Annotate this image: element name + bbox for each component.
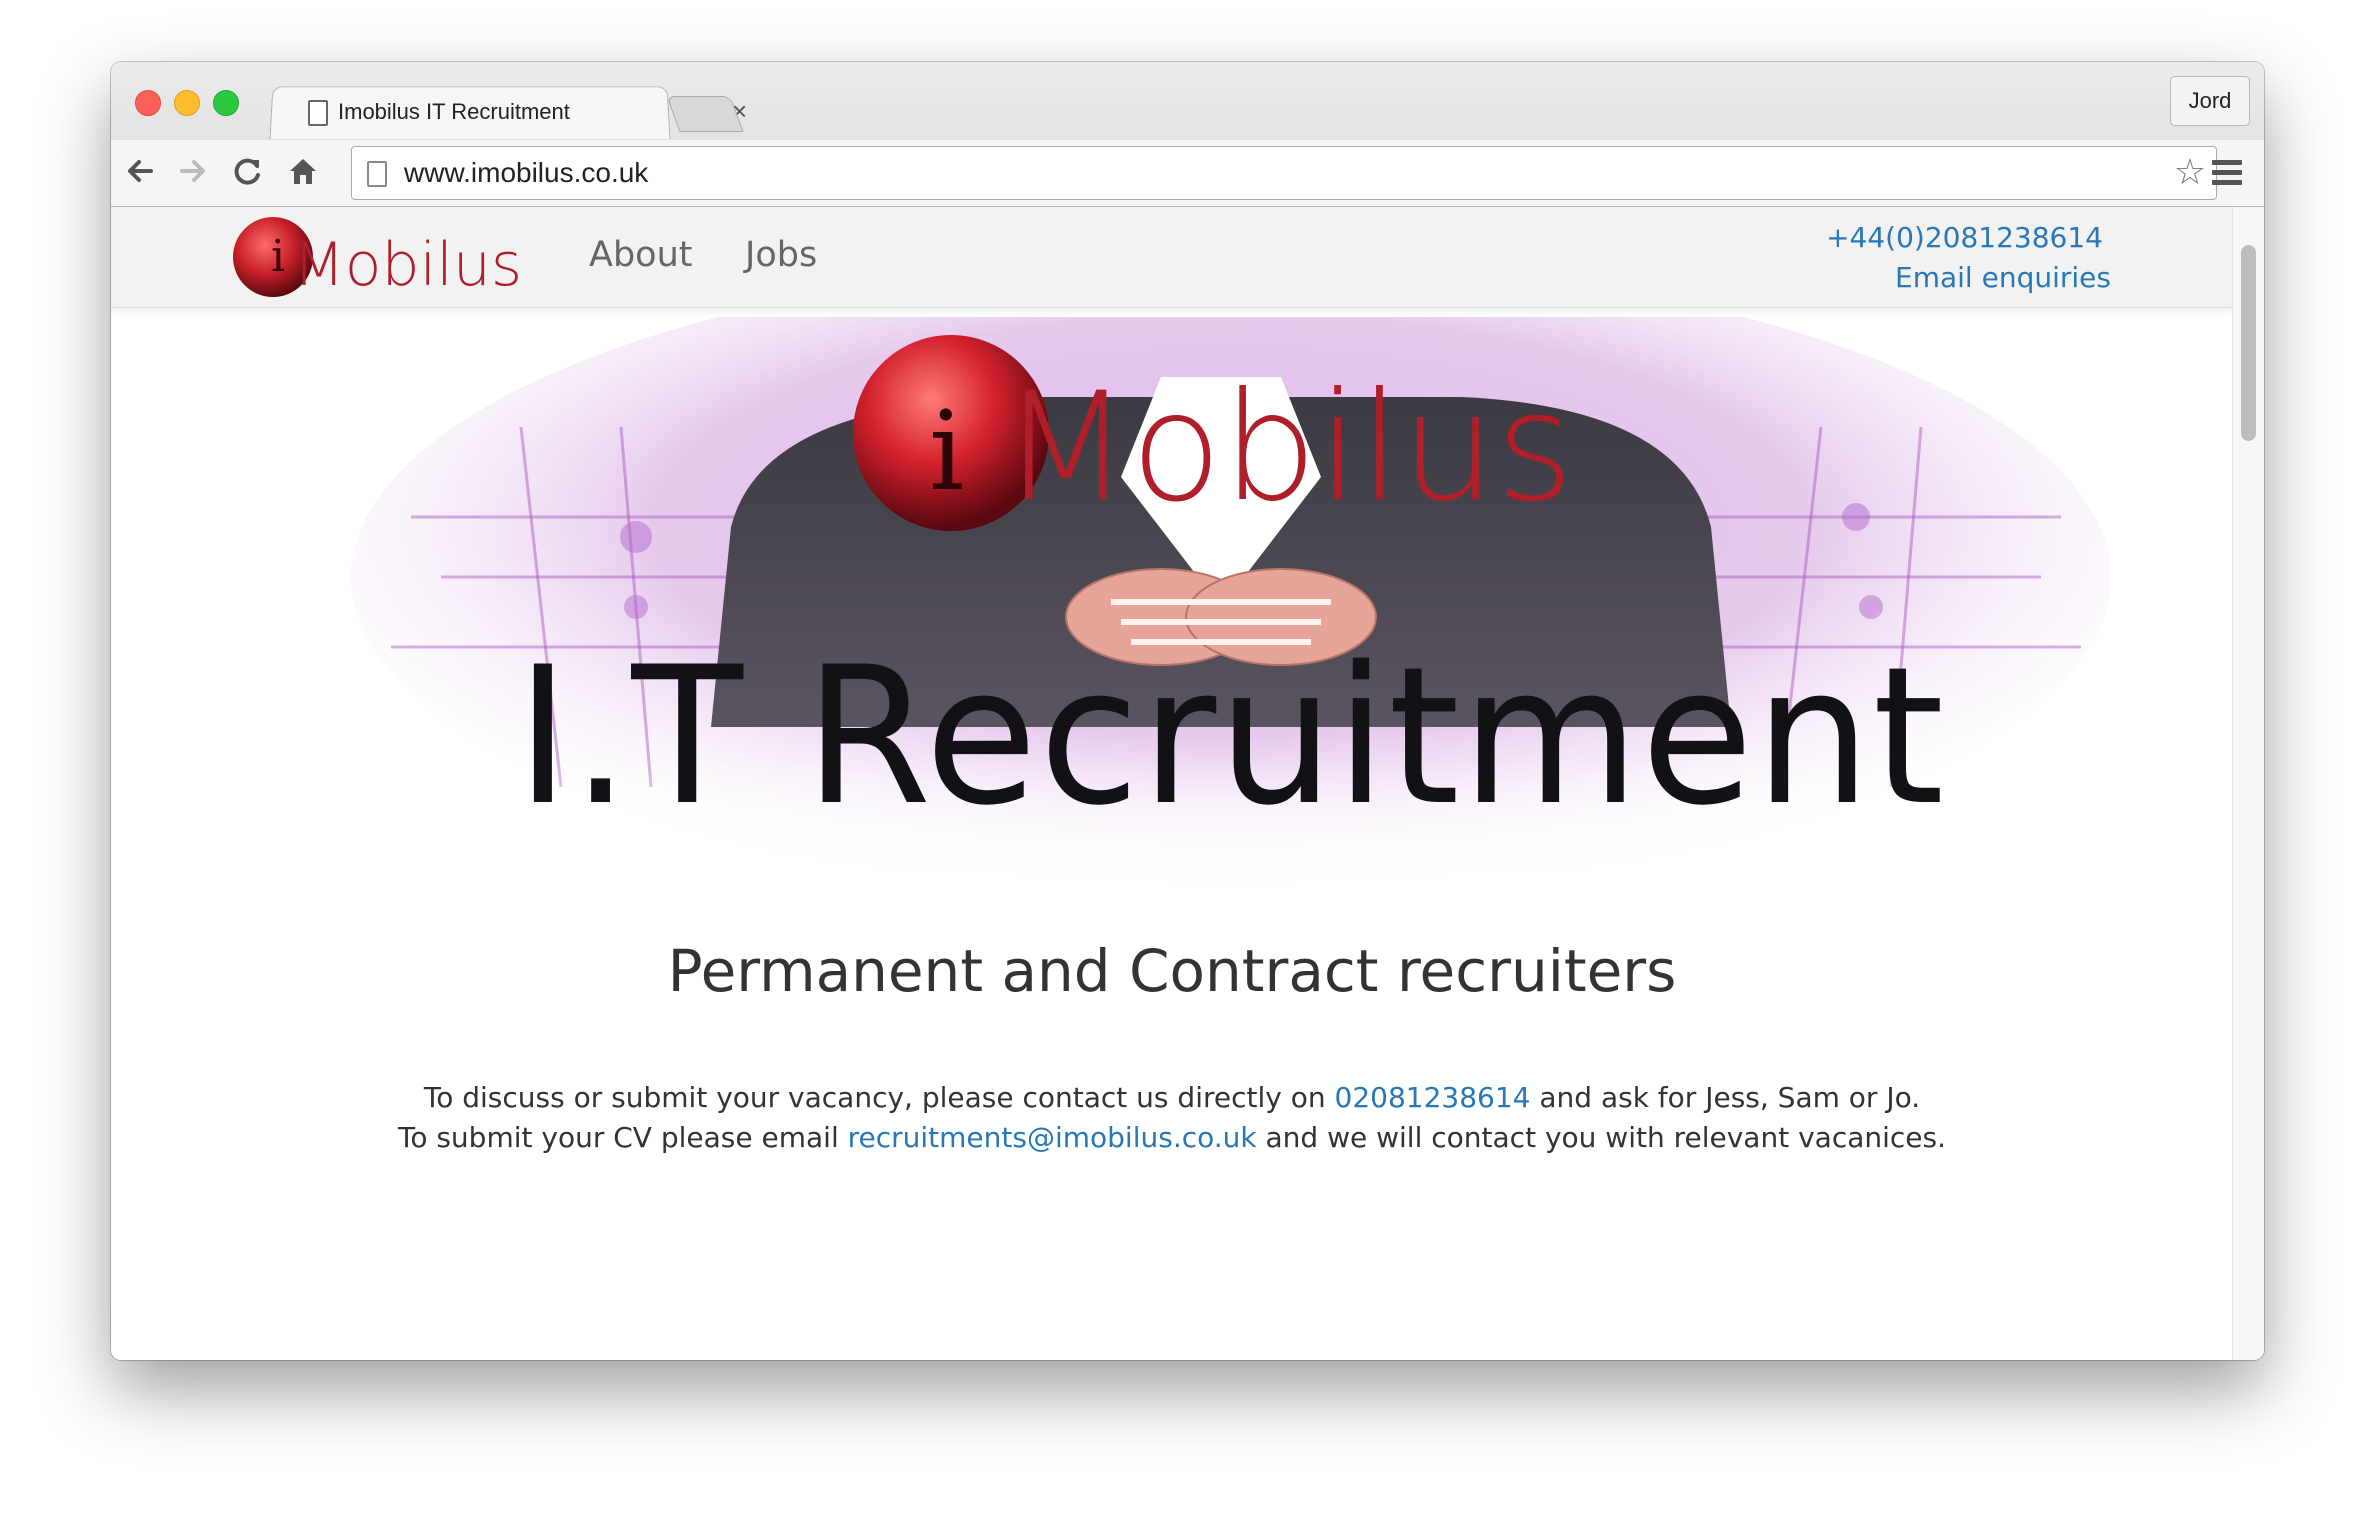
contact-line-1: To discuss or submit your vacancy, pleas…: [111, 1081, 2233, 1114]
home-icon[interactable]: [286, 154, 320, 188]
url-text[interactable]: www.imobilus.co.uk: [404, 157, 648, 189]
site-logo[interactable]: i Mobilus: [231, 215, 531, 299]
back-arrow-icon[interactable]: [123, 154, 157, 188]
minimize-window-button[interactable]: [174, 90, 200, 116]
contact-line-1-start: To discuss or submit your vacancy, pleas…: [423, 1081, 1335, 1114]
nav-jobs-link[interactable]: Jobs: [745, 235, 817, 275]
contact-line-2-start: To submit your CV please email: [397, 1121, 848, 1154]
cv-email-link[interactable]: recruitments@imobilus.co.uk: [848, 1121, 1257, 1154]
maximize-window-button[interactable]: [213, 90, 239, 116]
contact-line-1-end: and ask for Jess, Sam or Jo.: [1530, 1081, 1921, 1114]
tab-title: Imobilus IT Recruitment: [338, 99, 570, 124]
scrollbar-thumb[interactable]: [2241, 245, 2256, 441]
phone-link[interactable]: +44(0)2081238614: [1826, 221, 2103, 254]
site-navbar: i Mobilus About Jobs +44(0)2081238614 Em…: [111, 207, 2233, 308]
page-icon: [367, 161, 387, 187]
contact-line-2: To submit your CV please email recruitme…: [111, 1121, 2233, 1154]
forward-arrow-icon[interactable]: [176, 154, 210, 188]
reload-icon[interactable]: [231, 154, 265, 188]
page-headline: Permanent and Contract recruiters: [667, 937, 1677, 1005]
page-viewport: i Mobilus About Jobs +44(0)2081238614 Em…: [111, 207, 2233, 1360]
email-enquiries-link[interactable]: Email enquiries: [1895, 261, 2111, 294]
browser-toolbar: www.imobilus.co.uk ☆: [111, 140, 2264, 206]
browser-tab-content[interactable]: Imobilus IT Recruitment ×: [296, 86, 747, 138]
hero-banner-text: I.T Recruitment: [516, 626, 1946, 847]
bookmark-star-icon[interactable]: ☆: [2174, 153, 2206, 193]
nav-about-link[interactable]: About: [589, 235, 692, 275]
new-tab-button[interactable]: [666, 96, 744, 132]
page-icon: [308, 100, 328, 126]
svg-text:i: i: [271, 231, 285, 282]
contact-line-2-end: and we will contact you with relevant va…: [1256, 1121, 1947, 1154]
svg-text:i: i: [929, 387, 964, 515]
address-bar[interactable]: www.imobilus.co.uk ☆: [351, 146, 2217, 200]
page-scrollbar[interactable]: [2232, 207, 2264, 1360]
close-window-button[interactable]: [135, 90, 161, 116]
browser-chrome: Imobilus IT Recruitment × Jord www.imobi…: [111, 62, 2264, 207]
phone-number-link[interactable]: 02081238614: [1335, 1081, 1531, 1114]
hero-banner: i Mobilus I.T Recruitment: [261, 317, 2201, 917]
hero-logo-text: Mobilus: [1001, 361, 1574, 535]
browser-window: Imobilus IT Recruitment × Jord www.imobi…: [111, 62, 2264, 1360]
site-logo-text: Mobilus: [293, 230, 522, 299]
menu-icon[interactable]: [2212, 160, 2242, 186]
profile-button[interactable]: Jord: [2170, 76, 2250, 126]
